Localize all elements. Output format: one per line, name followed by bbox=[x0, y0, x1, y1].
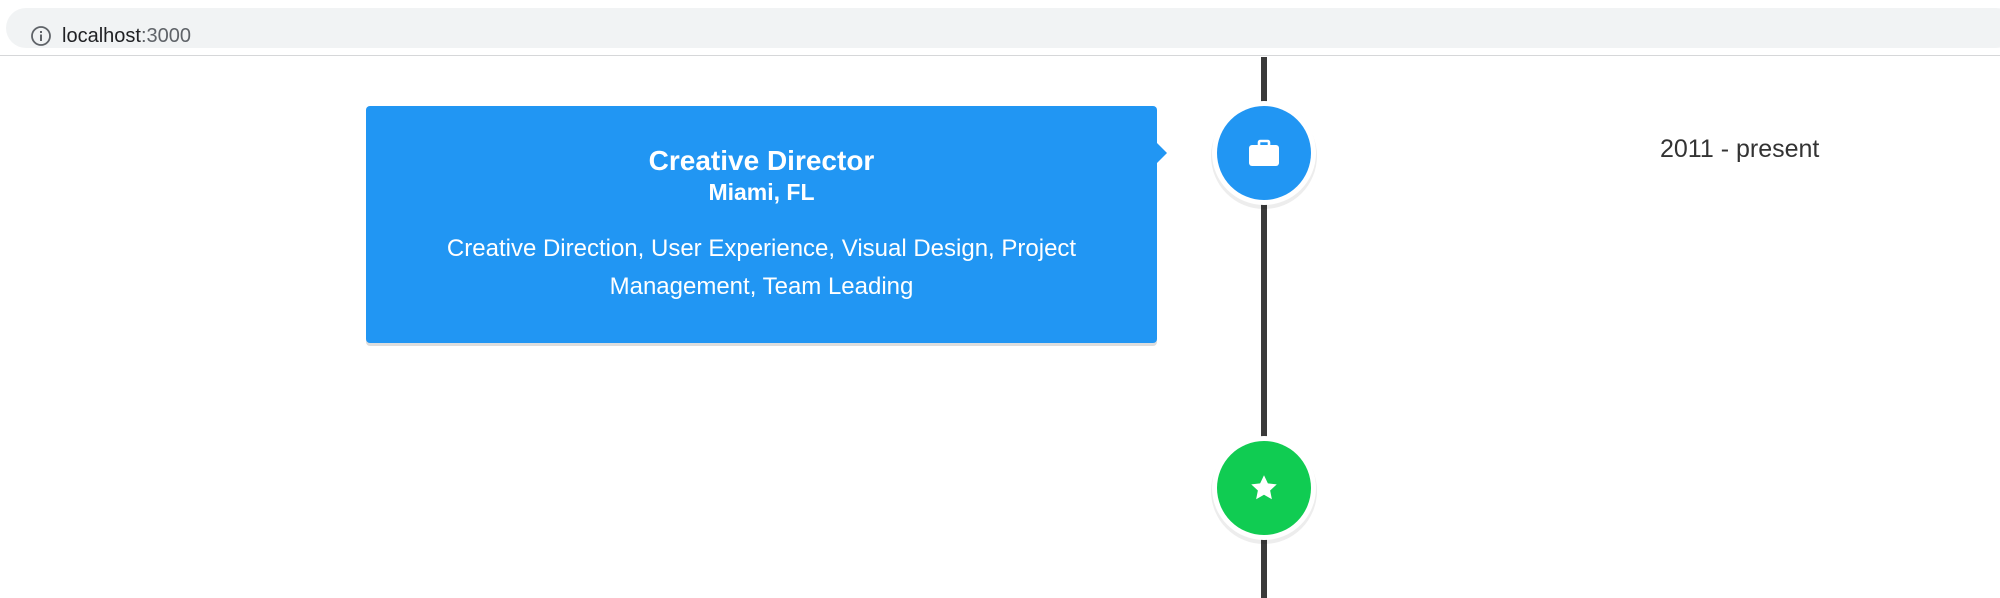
star-icon bbox=[1251, 475, 1277, 500]
url-host: localhost bbox=[62, 25, 141, 47]
card-subtitle: Miami, FL bbox=[708, 179, 815, 205]
briefcase-icon bbox=[1249, 139, 1279, 166]
card-description: Creative Direction, User Experience, Vis… bbox=[446, 235, 1077, 300]
end-icon-circle bbox=[1217, 441, 1311, 535]
page: localhost:3000 Creative Director Miami, … bbox=[0, 0, 2000, 598]
url-bar[interactable]: localhost:3000 bbox=[6, 8, 2000, 48]
browser-address-bar: localhost:3000 bbox=[0, 0, 2000, 56]
info-icon[interactable] bbox=[30, 25, 52, 47]
url-text[interactable]: localhost:3000 bbox=[62, 23, 191, 49]
timeline-date: 2011 - present bbox=[1660, 135, 1820, 163]
card-title: Creative Director bbox=[648, 145, 875, 176]
work-icon-circle bbox=[1217, 106, 1311, 200]
card-arrow bbox=[1157, 143, 1167, 163]
url-port: :3000 bbox=[140, 25, 191, 47]
timeline-card: Creative Director Miami, FL Creative Dir… bbox=[366, 106, 1157, 343]
